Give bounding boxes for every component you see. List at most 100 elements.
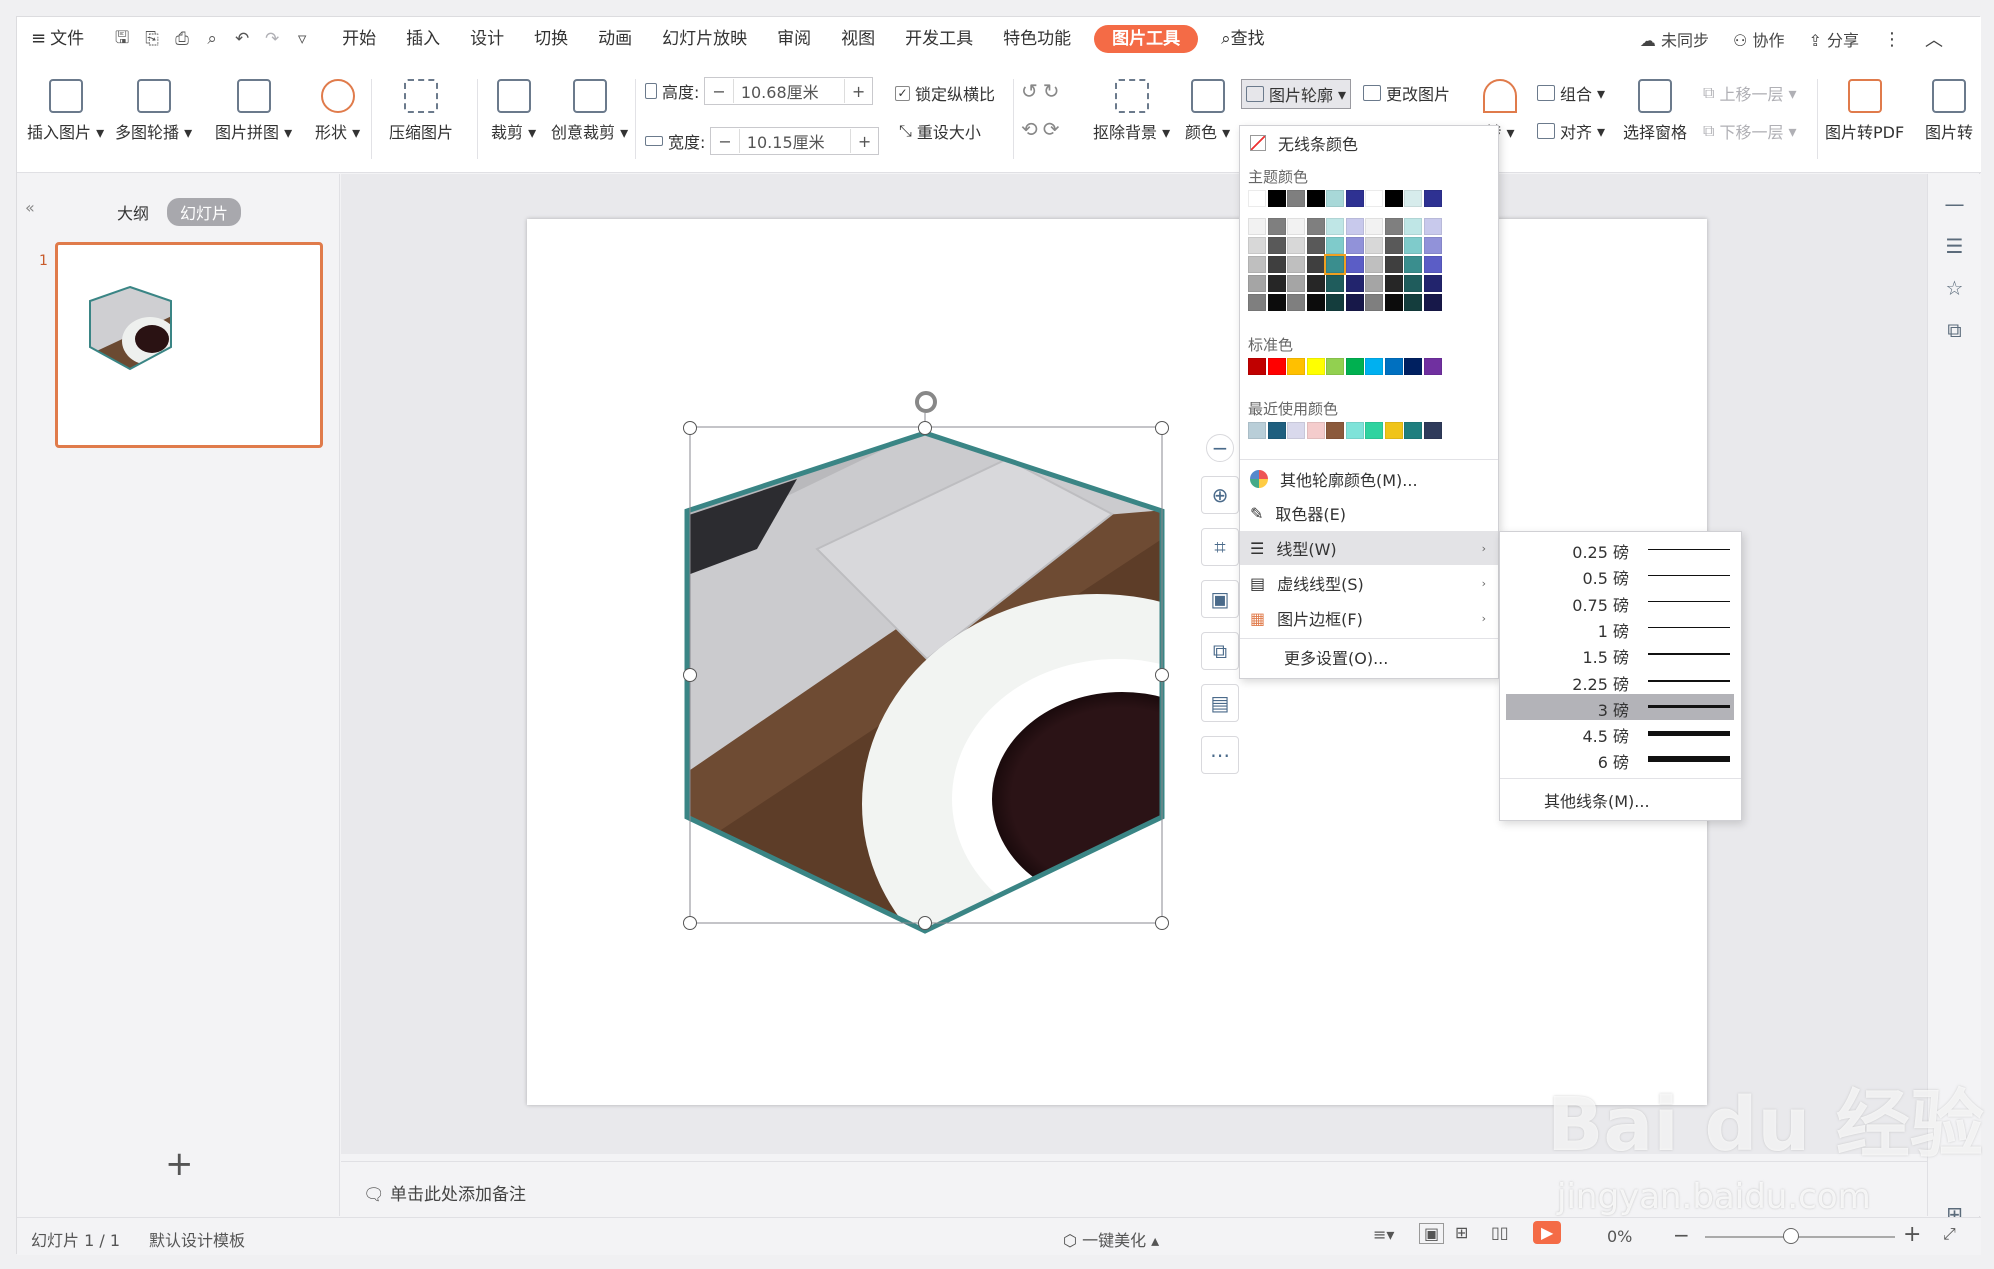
- picture-effects-icon[interactable]: ▣: [1201, 580, 1239, 618]
- recent-color-swatch[interactable]: [1267, 422, 1286, 439]
- collab-button[interactable]: ⚇ 协作: [1733, 27, 1784, 51]
- tab-6[interactable]: 审阅: [762, 17, 826, 61]
- height-value[interactable]: 10.68厘米: [732, 79, 845, 103]
- theme-color-swatch[interactable]: [1384, 190, 1403, 207]
- resize-handle-s[interactable]: [918, 916, 932, 930]
- theme-shade-swatch[interactable]: [1306, 275, 1325, 292]
- line-width-option[interactable]: 4.5 磅: [1506, 720, 1734, 746]
- tab-9[interactable]: 特色功能: [988, 17, 1086, 61]
- theme-shade-swatch[interactable]: [1306, 294, 1325, 311]
- recent-color-swatch[interactable]: [1345, 422, 1364, 439]
- no-line-color-item[interactable]: 无线条颜色: [1240, 126, 1498, 160]
- standard-color-swatch[interactable]: [1267, 358, 1286, 375]
- template-name[interactable]: 默认设计模板: [149, 1227, 245, 1251]
- theme-shade-swatch[interactable]: [1365, 218, 1383, 235]
- theme-shade-swatch[interactable]: [1384, 294, 1403, 311]
- theme-shade-swatch[interactable]: [1404, 218, 1422, 235]
- beautify-button[interactable]: ⬡ 一键美化 ▴: [1063, 1227, 1159, 1251]
- theme-shade-swatch[interactable]: [1404, 256, 1422, 273]
- slide-thumbnail[interactable]: [55, 242, 323, 448]
- collapse-toolbar-icon[interactable]: −: [1206, 434, 1234, 462]
- rotate-tools[interactable]: ↺ ↻: [1021, 79, 1060, 103]
- resize-handle-w[interactable]: [683, 668, 697, 682]
- notes-toggle-icon[interactable]: ≡▾: [1373, 1225, 1394, 1244]
- theme-shade-swatch[interactable]: [1345, 256, 1364, 273]
- tab-outline[interactable]: 大纲: [117, 200, 149, 224]
- theme-shade-swatch[interactable]: [1404, 294, 1422, 311]
- zoom-in-icon[interactable]: ⊕: [1201, 476, 1239, 514]
- line-width-option[interactable]: 1 磅: [1506, 615, 1734, 641]
- line-width-option[interactable]: 6 磅: [1506, 746, 1734, 772]
- group-button[interactable]: 组合 ▾: [1537, 81, 1605, 105]
- width-increase[interactable]: +: [851, 132, 878, 151]
- line-width-option[interactable]: 0.5 磅: [1506, 562, 1734, 588]
- properties-icon[interactable]: ☰: [1943, 234, 1967, 258]
- theme-color-swatch[interactable]: [1248, 190, 1266, 207]
- multi-carousel-button[interactable]: 多图轮播 ▾: [115, 79, 192, 143]
- tab-10[interactable]: 图片工具: [1094, 25, 1199, 53]
- zoom-level[interactable]: 0%: [1607, 1227, 1632, 1246]
- resize-handle-ne[interactable]: [1155, 421, 1169, 435]
- recent-color-swatch[interactable]: [1306, 422, 1325, 439]
- theme-color-swatch[interactable]: [1423, 190, 1442, 207]
- zoom-slider[interactable]: [1705, 1236, 1895, 1238]
- theme-shade-swatch[interactable]: [1267, 237, 1286, 254]
- standard-color-swatch[interactable]: [1248, 358, 1266, 375]
- recent-color-swatch[interactable]: [1404, 422, 1422, 439]
- height-increase[interactable]: +: [845, 82, 872, 101]
- theme-shade-swatch[interactable]: [1345, 275, 1364, 292]
- select-pane-button[interactable]: 选择窗格: [1623, 79, 1687, 143]
- color-button[interactable]: 颜色 ▾: [1185, 79, 1230, 143]
- zoom-in-icon[interactable]: +: [1903, 1222, 1921, 1247]
- dash-type-item[interactable]: ▤ 虚线线型(S) ›: [1240, 566, 1498, 600]
- slide-sorter-icon[interactable]: ⊞: [1455, 1223, 1468, 1242]
- theme-shade-swatch[interactable]: [1287, 294, 1305, 311]
- resize-handle-sw[interactable]: [683, 916, 697, 930]
- resize-handle-n[interactable]: [918, 421, 932, 435]
- standard-color-swatch[interactable]: [1365, 358, 1383, 375]
- move-up-button[interactable]: ⧉ 上移一层 ▾: [1703, 81, 1796, 105]
- fit-window-icon[interactable]: ⤢: [1943, 1224, 1956, 1244]
- standard-color-swatch[interactable]: [1384, 358, 1403, 375]
- lock-ratio-checkbox[interactable]: ✓ 锁定纵横比: [895, 81, 995, 105]
- theme-shade-swatch[interactable]: [1423, 218, 1442, 235]
- reset-size-button[interactable]: ⤡ 重设大小: [899, 119, 981, 143]
- resize-handle-e[interactable]: [1155, 668, 1169, 682]
- change-picture-button[interactable]: 更改图片: [1363, 81, 1450, 105]
- export-icon[interactable]: ⎘: [137, 29, 167, 49]
- theme-shade-swatch[interactable]: [1365, 237, 1383, 254]
- zoom-slider-thumb[interactable]: [1783, 1228, 1799, 1244]
- move-down-button[interactable]: ⧉ 下移一层 ▾: [1703, 119, 1796, 143]
- flip-h-icon[interactable]: ⟲: [1021, 117, 1038, 141]
- theme-shade-swatch[interactable]: [1248, 256, 1266, 273]
- theme-shade-swatch[interactable]: [1287, 218, 1305, 235]
- recent-color-swatch[interactable]: [1384, 422, 1403, 439]
- collapse-ribbon-icon[interactable]: ︿: [1925, 26, 1943, 52]
- theme-color-swatch[interactable]: [1267, 190, 1286, 207]
- rotate-right-icon[interactable]: ↻: [1043, 79, 1060, 103]
- crop-button[interactable]: 裁剪 ▾: [491, 79, 536, 143]
- theme-shade-swatch[interactable]: [1384, 275, 1403, 292]
- width-value[interactable]: 10.15厘米: [738, 129, 851, 153]
- theme-shade-swatch[interactable]: [1345, 294, 1364, 311]
- resize-handle-se[interactable]: [1155, 916, 1169, 930]
- outline-button[interactable]: 图片轮廓 ▾: [1241, 79, 1352, 109]
- theme-shade-swatch[interactable]: [1365, 275, 1383, 292]
- recent-color-swatch[interactable]: [1423, 422, 1442, 439]
- standard-color-swatch[interactable]: [1345, 358, 1364, 375]
- minimize-bar-icon[interactable]: —: [1943, 192, 1967, 216]
- tab-2[interactable]: 设计: [455, 17, 519, 61]
- rotate-handle[interactable]: [915, 391, 937, 413]
- reading-view-icon[interactable]: ▯▯: [1491, 1223, 1509, 1242]
- more-lines-item[interactable]: 其他线条(M)...: [1544, 788, 1650, 812]
- theme-shade-swatch[interactable]: [1324, 254, 1346, 275]
- shape-button[interactable]: 形状 ▾: [315, 79, 360, 143]
- align-button[interactable]: 对齐 ▾: [1537, 119, 1605, 143]
- normal-view-icon[interactable]: ▣: [1419, 1223, 1445, 1244]
- standard-color-swatch[interactable]: [1326, 358, 1344, 375]
- line-width-option[interactable]: 2.25 磅: [1506, 668, 1734, 694]
- theme-shade-swatch[interactable]: [1326, 275, 1344, 292]
- theme-shade-swatch[interactable]: [1248, 275, 1266, 292]
- theme-shade-swatch[interactable]: [1423, 294, 1442, 311]
- creative-crop-button[interactable]: 创意裁剪 ▾: [551, 79, 628, 143]
